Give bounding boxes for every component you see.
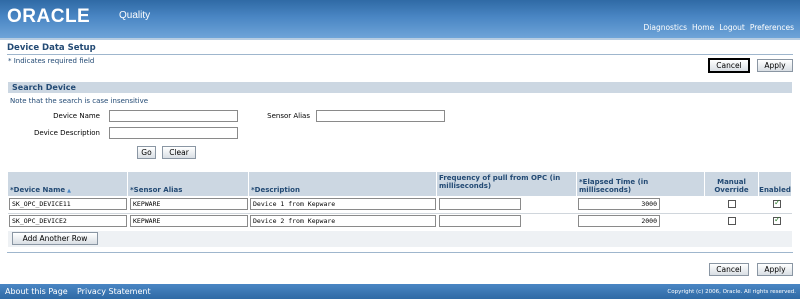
required-note: * Indicates required field [8, 57, 95, 65]
logout-link[interactable]: Logout [719, 23, 745, 32]
frequency-cell[interactable] [439, 215, 521, 227]
column-header-manual-override: Manual Override [705, 172, 759, 196]
column-header-description: *Description [249, 172, 437, 196]
home-link[interactable]: Home [692, 23, 714, 32]
frequency-cell[interactable] [439, 198, 521, 210]
go-button[interactable]: Go [137, 146, 156, 159]
column-header-enabled: Enabled [759, 172, 792, 196]
description-cell[interactable]: Device 2 from Kepware [250, 215, 436, 227]
sensor-alias-cell[interactable]: KEPWARE [130, 198, 248, 210]
cancel-button-bottom[interactable]: Cancel [709, 263, 749, 276]
global-links: Diagnostics Home Logout Preferences [644, 23, 795, 32]
app-name: Quality [119, 10, 151, 21]
sort-ascending-icon: ▲ [67, 188, 71, 194]
footer-divider [7, 252, 793, 253]
table-footer [8, 231, 792, 247]
privacy-statement-link[interactable]: Privacy Statement [77, 287, 151, 296]
column-header-device-name[interactable]: *Device Name ▲ [8, 172, 128, 196]
enabled-checkbox[interactable] [773, 198, 781, 208]
sensor-alias-label: Sensor Alias [267, 112, 310, 120]
manual-override-checkbox[interactable] [728, 200, 736, 208]
enabled-checkbox[interactable] [773, 215, 781, 225]
about-page-link[interactable]: About this Page [5, 287, 68, 296]
column-header-frequency: Frequency of pull from OPC (in milliseco… [437, 172, 577, 196]
cancel-button-top[interactable]: Cancel [708, 58, 750, 73]
sensor-alias-cell[interactable]: KEPWARE [130, 215, 248, 227]
column-header-device-name-label: *Device Name [10, 186, 66, 194]
device-name-cell[interactable]: SK_OPC_DEVICE2 [9, 215, 127, 227]
apply-button-bottom[interactable]: Apply [757, 263, 793, 276]
device-description-input[interactable] [109, 127, 238, 139]
add-another-row-button[interactable]: Add Another Row [12, 232, 98, 245]
sensor-alias-input[interactable] [316, 110, 445, 122]
elapsed-time-cell[interactable]: 2000 [578, 215, 660, 227]
device-name-cell[interactable]: SK_OPC_DEVICE11 [9, 198, 127, 210]
elapsed-time-cell[interactable]: 3000 [578, 198, 660, 210]
search-note: Note that the search is case insensitive [10, 97, 149, 105]
copyright-text: Copyright (c) 2006, Oracle. All rights r… [667, 289, 796, 295]
device-name-label: Device Name [53, 112, 100, 120]
header-banner: ORACLE Quality Diagnostics Home Logout P… [0, 0, 800, 38]
search-section-header [8, 82, 792, 93]
banner-divider [0, 38, 800, 40]
column-header-sensor-alias: *Sensor Alias [128, 172, 249, 196]
apply-button-top[interactable]: Apply [757, 59, 793, 72]
manual-override-checkbox[interactable] [728, 217, 736, 225]
search-section-title: Search Device [12, 83, 76, 92]
clear-button[interactable]: Clear [162, 146, 196, 159]
description-cell[interactable]: Device 1 from Kepware [250, 198, 436, 210]
title-divider [7, 54, 793, 55]
diagnostics-link[interactable]: Diagnostics [644, 23, 688, 32]
device-name-input[interactable] [109, 110, 238, 122]
column-header-elapsed-time: *Elapsed Time (in milliseconds) [577, 172, 705, 196]
device-description-label: Device Description [33, 129, 100, 137]
page-title: Device Data Setup [7, 43, 96, 53]
preferences-link[interactable]: Preferences [750, 23, 794, 32]
oracle-logo: ORACLE [7, 6, 91, 27]
